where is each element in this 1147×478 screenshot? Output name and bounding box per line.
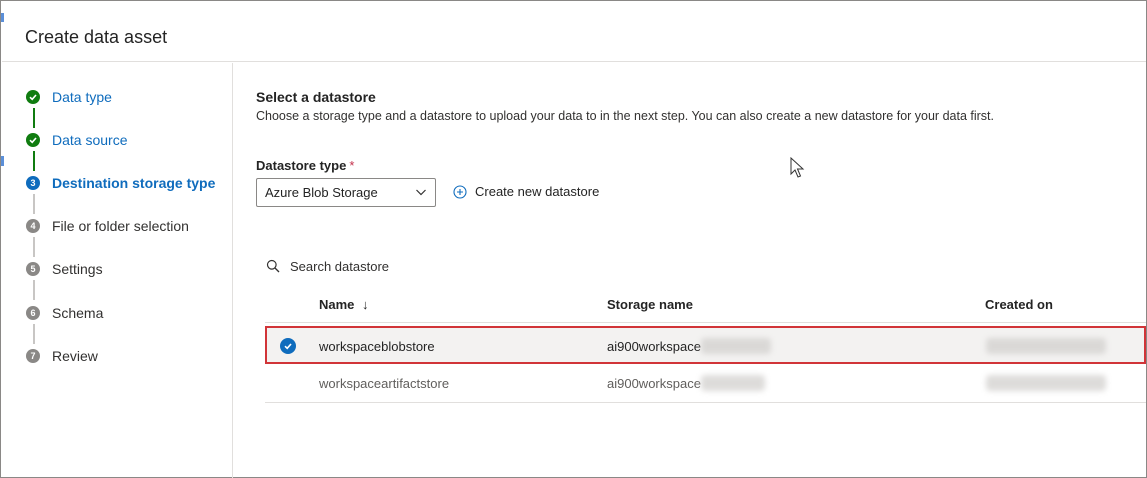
step-number-badge: 4 (26, 219, 40, 233)
main-panel: Select a datastore Choose a storage type… (234, 63, 1146, 478)
redacted-created-on (986, 375, 1106, 391)
dialog: Create data asset Data type Data source … (0, 0, 1147, 478)
step-review[interactable]: 7 Review (26, 346, 98, 366)
datastore-type-value: Azure Blob Storage (265, 185, 378, 200)
check-circle-icon (26, 133, 40, 147)
sort-descending-icon: ↓ (362, 297, 369, 312)
step-number-badge: 5 (26, 262, 40, 276)
check-circle-icon (26, 90, 40, 104)
header-divider (265, 322, 1146, 323)
column-header-name-label: Name (319, 297, 355, 312)
redacted-storage-suffix (701, 338, 771, 354)
row-storage-name: ai900workspace (607, 376, 701, 391)
step-schema[interactable]: 6 Schema (26, 303, 103, 323)
section-title: Select a datastore (256, 89, 376, 105)
step-number-badge: 7 (26, 349, 40, 363)
dialog-header: Create data asset (2, 2, 1146, 62)
step-label: Data source (52, 132, 128, 148)
step-connector (33, 108, 35, 128)
step-label: Data type (52, 89, 112, 105)
step-label: Settings (52, 261, 103, 277)
step-settings[interactable]: 5 Settings (26, 259, 103, 279)
step-number-badge: 6 (26, 306, 40, 320)
step-label: Destination storage type (52, 175, 216, 191)
required-marker: * (349, 158, 355, 173)
step-connector (33, 324, 35, 344)
column-header-name[interactable]: Name ↓ (319, 297, 369, 312)
redacted-storage-suffix (701, 375, 765, 391)
dialog-title: Create data asset (25, 27, 168, 47)
step-destination-storage-type[interactable]: 3 Destination storage type (26, 173, 215, 193)
section-description: Choose a storage type and a datastore to… (256, 109, 994, 123)
create-new-datastore-button[interactable]: Create new datastore (453, 184, 599, 199)
step-connector (33, 194, 35, 214)
step-data-type[interactable]: Data type (26, 87, 112, 107)
step-connector (33, 237, 35, 257)
datastore-type-label: Datastore type * (256, 158, 354, 173)
row-name: workspaceblobstore (319, 339, 435, 354)
search-icon (266, 259, 280, 273)
step-connector (33, 280, 35, 300)
step-label: File or folder selection (52, 218, 189, 234)
column-header-storage-name[interactable]: Storage name (607, 297, 693, 312)
redacted-created-on (986, 338, 1106, 354)
step-file-or-folder-selection[interactable]: 4 File or folder selection (26, 216, 189, 236)
datastore-type-dropdown[interactable]: Azure Blob Storage (256, 178, 436, 207)
table-row[interactable]: workspaceblobstore ai900workspace (265, 326, 1146, 364)
add-circle-icon (453, 184, 467, 199)
search-datastore-placeholder: Search datastore (290, 258, 390, 274)
table-row[interactable]: workspaceartifactstore ai900workspace (265, 365, 1146, 403)
checkmark-icon[interactable] (280, 338, 296, 354)
wizard-steps: Data type Data source 3 Destination stor… (2, 63, 233, 478)
step-label: Review (52, 348, 98, 364)
chevron-down-icon (416, 189, 426, 196)
step-connector (33, 151, 35, 171)
mouse-cursor-icon (790, 157, 805, 178)
step-data-source[interactable]: Data source (26, 130, 127, 150)
create-new-datastore-label: Create new datastore (475, 184, 600, 199)
column-header-created-on[interactable]: Created on (985, 297, 1053, 312)
search-datastore-box[interactable]: Search datastore (266, 255, 566, 277)
row-storage-name: ai900workspace (607, 339, 701, 354)
row-name: workspaceartifactstore (319, 376, 450, 391)
datastore-type-label-text: Datastore type (256, 158, 347, 173)
step-number-badge: 3 (26, 176, 40, 190)
step-label: Schema (52, 305, 104, 321)
